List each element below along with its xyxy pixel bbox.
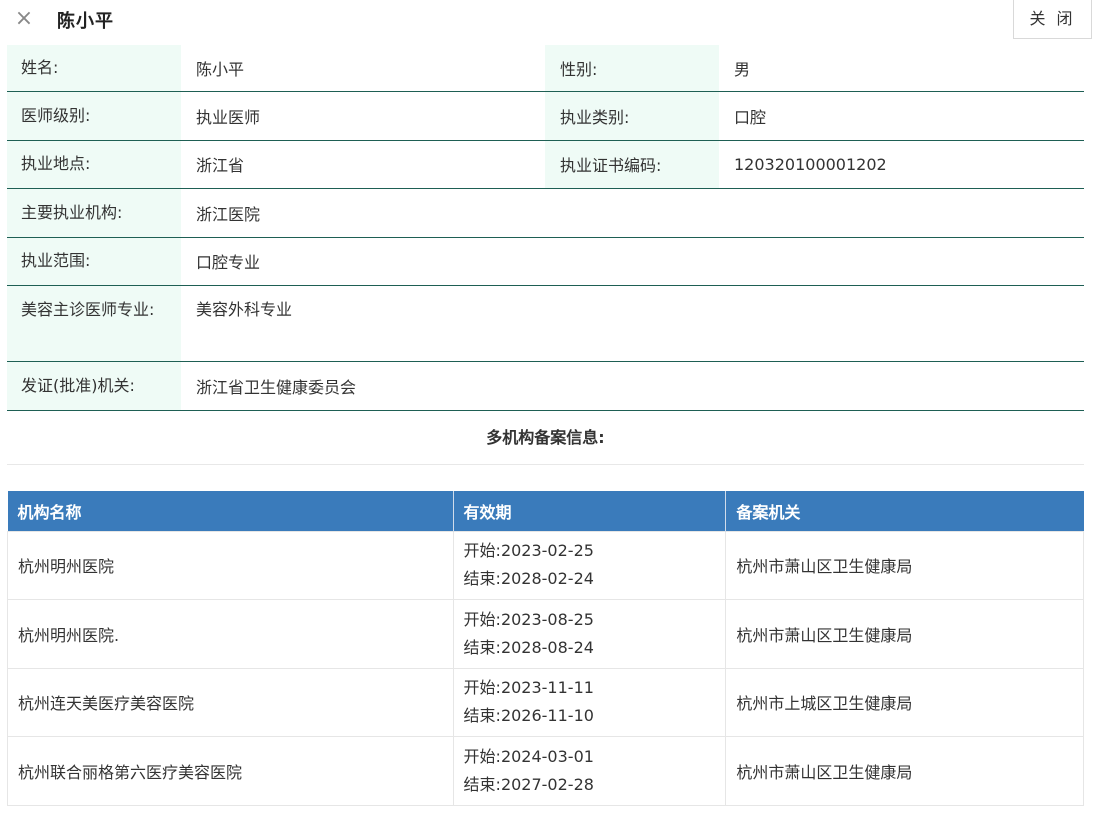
- end-date: 结束:2026-11-10: [463, 706, 594, 726]
- dialog-header: × 陈小平 关 闭: [0, 0, 1105, 40]
- institution-cell: 杭州连天美医疗美容医院: [7, 667, 454, 737]
- location-value: 浙江省: [196, 156, 245, 176]
- cert-value: 120320100001202: [734, 154, 887, 174]
- table-row: 杭州明州医院. 开始:2023-08-25 结束:2028-08-24 杭州市萧山…: [7, 599, 1084, 669]
- level-value: 执业医师: [196, 107, 261, 127]
- institution-cell: 杭州明州医院.: [7, 599, 454, 669]
- gender-value: 男: [734, 60, 751, 79]
- authority-cell: 杭州市萧山区卫生健康局: [725, 599, 1084, 669]
- start-date: 开始:2023-08-25: [463, 609, 594, 629]
- validity-cell: 开始:2023-11-11 结束:2026-11-10: [452, 667, 727, 737]
- info-row-institution: 主要执业机构: 浙江医院: [7, 189, 1084, 238]
- location-label: 执业地点:: [7, 140, 181, 188]
- gender-label: 性别:: [545, 45, 719, 91]
- close-icon[interactable]: ×: [14, 8, 34, 30]
- institution-cell: 杭州联合丽格第六医疗美容医院: [7, 736, 454, 806]
- records-section-title: 多机构备案信息:: [7, 412, 1084, 465]
- col-header-validity: 有效期: [453, 491, 727, 531]
- table-row: 杭州联合丽格第六医疗美容医院 开始:2024-03-01 结束:2027-02-2…: [7, 736, 1084, 806]
- info-row-level-category: 医师级别: 执业医师 执业类别: 口腔: [7, 92, 1084, 141]
- cert-label: 执业证书编码:: [545, 140, 719, 188]
- info-row-cosmetic: 美容主诊医师专业: 美容外科专业: [7, 286, 1084, 362]
- scope-label: 执业范围:: [7, 237, 181, 285]
- authority-cell: 杭州市萧山区卫生健康局: [725, 530, 1084, 600]
- doctor-info-table: 姓名: 陈小平 性别: 男 医师级别: 执业医师 执业类别: 口腔 执业地点: …: [7, 45, 1084, 411]
- issuer-label: 发证(批准)机关:: [7, 362, 181, 410]
- validity-cell: 开始:2024-03-01 结束:2027-02-28: [452, 736, 727, 806]
- info-row-issuer: 发证(批准)机关: 浙江省卫生健康委员会: [7, 362, 1084, 411]
- cosmetic-label: 美容主诊医师专业:: [7, 286, 181, 361]
- col-header-authority: 备案机关: [725, 491, 1084, 531]
- end-date: 结束:2028-08-24: [463, 637, 594, 657]
- start-date: 开始:2023-02-25: [463, 541, 594, 561]
- table-row: 杭州明州医院 开始:2023-02-25 结束:2028-02-24 杭州市萧山区…: [7, 530, 1084, 600]
- scope-value: 口腔专业: [196, 253, 261, 273]
- issuer-value: 浙江省卫生健康委员会: [196, 377, 357, 397]
- cosmetic-value: 美容外科专业: [196, 300, 293, 319]
- institution-label: 主要执业机构:: [7, 189, 181, 237]
- name-value: 陈小平: [196, 60, 245, 79]
- info-row-scope: 执业范围: 口腔专业: [7, 237, 1084, 286]
- category-value: 口腔: [734, 107, 767, 127]
- table-row: 杭州连天美医疗美容医院 开始:2023-11-11 结束:2026-11-10 杭…: [7, 667, 1084, 737]
- page-title: 陈小平: [57, 11, 114, 32]
- info-row-location-cert: 执业地点: 浙江省 执业证书编码: 120320100001202: [7, 140, 1084, 189]
- info-row-name-gender: 姓名: 陈小平 性别: 男: [7, 45, 1084, 92]
- level-label: 医师级别:: [7, 92, 181, 140]
- category-label: 执业类别:: [545, 92, 719, 140]
- end-date: 结束:2027-02-28: [463, 774, 594, 794]
- records-table: 机构名称 有效期 备案机关 杭州明州医院 开始:2023-02-25 结束:202…: [7, 491, 1084, 806]
- start-date: 开始:2023-11-11: [463, 678, 594, 698]
- records-header-row: 机构名称 有效期 备案机关: [7, 491, 1084, 531]
- institution-cell: 杭州明州医院: [7, 530, 454, 600]
- validity-cell: 开始:2023-02-25 结束:2028-02-24: [452, 530, 727, 600]
- validity-cell: 开始:2023-08-25 结束:2028-08-24: [452, 599, 727, 669]
- name-label: 姓名:: [7, 45, 181, 91]
- authority-cell: 杭州市萧山区卫生健康局: [725, 736, 1084, 806]
- authority-cell: 杭州市上城区卫生健康局: [725, 667, 1084, 737]
- end-date: 结束:2028-02-24: [463, 569, 594, 589]
- col-header-institution: 机构名称: [7, 491, 454, 531]
- close-button[interactable]: 关 闭: [1013, 0, 1092, 39]
- start-date: 开始:2024-03-01: [463, 746, 594, 766]
- institution-value: 浙江医院: [196, 204, 261, 224]
